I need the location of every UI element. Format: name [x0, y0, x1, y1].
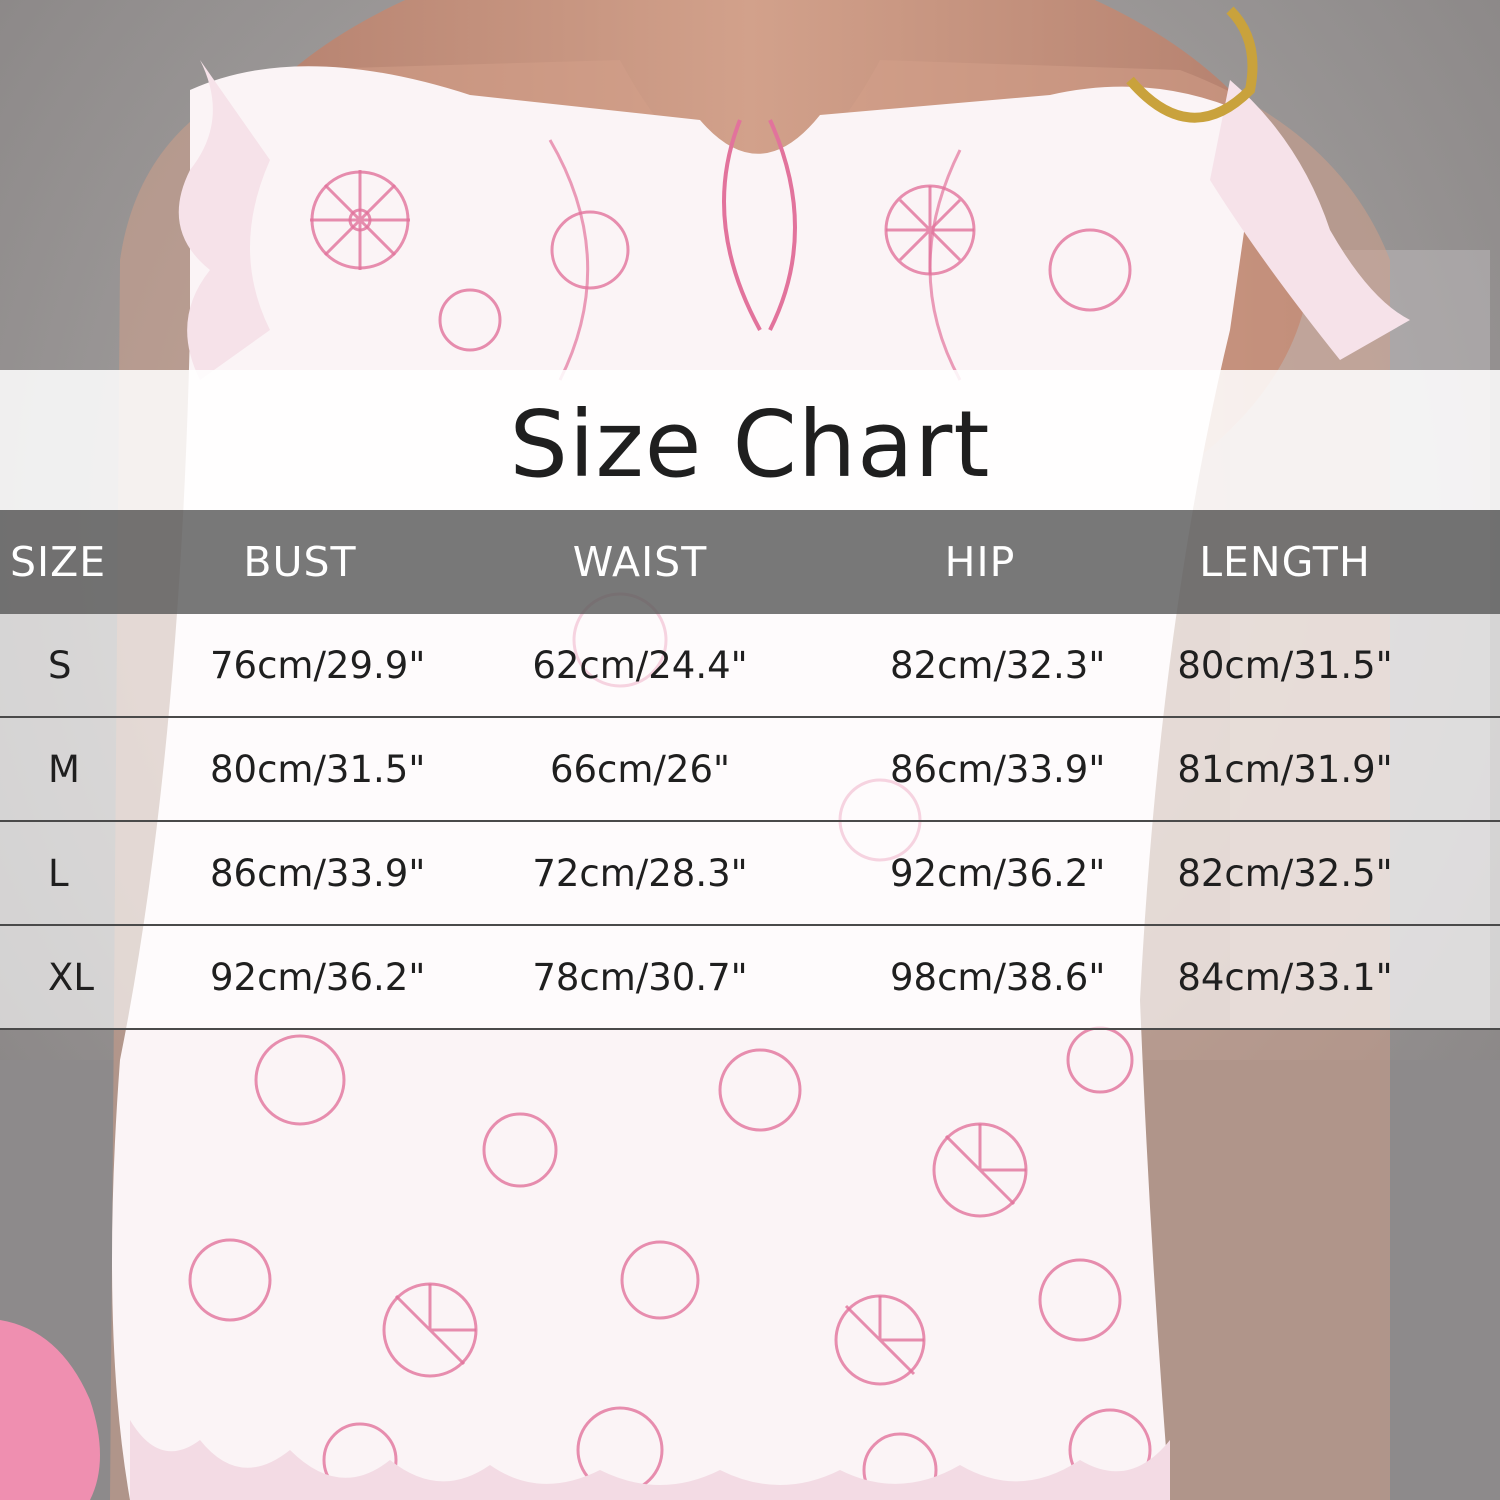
table-cell: 80cm/31.5" [1070, 614, 1500, 718]
size-table: SIZE BUST WAIST HIP LENGTH S 76cm/29.9" … [0, 510, 1500, 1030]
table-cell: 76cm/29.9" [210, 614, 425, 718]
table-cell: 92cm/36.2" [210, 925, 425, 1030]
table-cell: 82cm/32.3" [890, 614, 1105, 718]
table-cell: 86cm/33.9" [210, 821, 425, 926]
table-cell: 62cm/24.4" [390, 614, 890, 718]
table-cell: 81cm/31.9" [1070, 717, 1500, 822]
size-chart-title: Size Chart [509, 391, 991, 498]
table-row: XL 92cm/36.2" 78cm/30.7" 98cm/38.6" 84cm… [0, 925, 1500, 1030]
table-cell: 92cm/36.2" [890, 821, 1105, 926]
header-hip: HIP [890, 510, 1070, 614]
table-row: S 76cm/29.9" 62cm/24.4" 82cm/32.3" 80cm/… [0, 614, 1500, 718]
header-length: LENGTH [1070, 510, 1500, 614]
table-cell: 80cm/31.5" [210, 717, 425, 822]
table-cell: S [0, 614, 210, 718]
table-cell: 86cm/33.9" [890, 717, 1105, 822]
table-cell: XL [0, 925, 210, 1030]
table-row: L 86cm/33.9" 72cm/28.3" 92cm/36.2" 82cm/… [0, 821, 1500, 926]
table-cell: 82cm/32.5" [1070, 821, 1500, 926]
header-size: SIZE [0, 510, 210, 614]
table-cell: 98cm/38.6" [890, 925, 1105, 1030]
table-cell: L [0, 821, 210, 926]
table-cell: M [0, 717, 210, 822]
table-header-row: SIZE BUST WAIST HIP LENGTH [0, 510, 1500, 614]
header-waist: WAIST [390, 510, 890, 614]
table-row: M 80cm/31.5" 66cm/26" 86cm/33.9" 81cm/31… [0, 717, 1500, 822]
header-bust: BUST [210, 510, 390, 614]
table-cell: 78cm/30.7" [390, 925, 890, 1030]
table-cell: 84cm/33.1" [1070, 925, 1500, 1030]
table-cell: 72cm/28.3" [390, 821, 890, 926]
table-cell: 66cm/26" [390, 717, 890, 822]
